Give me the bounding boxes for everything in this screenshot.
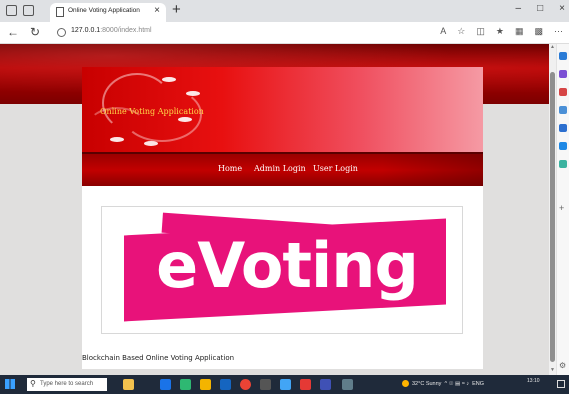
designer-icon[interactable] (559, 160, 567, 168)
browser-tab[interactable]: Online Voting Application × (50, 3, 166, 22)
vertical-scrollbar[interactable]: ▲ ▼ (549, 44, 556, 375)
main-nav: Home Admin Login User Login (82, 154, 483, 186)
browser-toolbar: A ☆ ◫ ★ ▦ ▩ ⋯ (440, 26, 563, 37)
add-icon[interactable]: + (559, 204, 567, 213)
store-icon[interactable] (180, 379, 191, 390)
decorative-heart-icon (144, 141, 158, 146)
favorite-star-icon[interactable]: ☆ (457, 26, 465, 37)
evoting-logo: eVoting (101, 206, 463, 334)
taskbar-clock[interactable]: 13:10 (527, 378, 540, 384)
close-tab-icon[interactable]: × (154, 5, 160, 16)
decorative-heart-icon (162, 77, 176, 82)
address-bar[interactable]: 127.0.0.1:8000/index.html (71, 27, 152, 34)
outlook-icon[interactable] (559, 142, 567, 150)
shopping-icon[interactable] (559, 70, 567, 78)
weather-sun-icon (402, 380, 409, 387)
page-icon (56, 7, 64, 17)
app-icon[interactable] (342, 379, 353, 390)
url-host: 127.0.0.1 (71, 27, 101, 34)
taskbar: ⚲ Type here to search 32°C Sunny ^ ☉ ▤ ≈… (0, 375, 569, 394)
extensions-icon[interactable]: ▩ (534, 26, 543, 37)
chrome-icon[interactable] (240, 379, 251, 390)
window-icons (6, 5, 34, 16)
games-icon[interactable] (559, 106, 567, 114)
url-path: :8000/index.html (100, 27, 152, 34)
refresh-icon[interactable]: ↻ (30, 25, 40, 39)
decorative-heart-icon (186, 91, 200, 96)
collections-icon[interactable]: ▦ (515, 26, 524, 37)
terminal-icon[interactable] (260, 379, 271, 390)
new-tab-button[interactable]: + (172, 1, 181, 18)
favorites-icon[interactable]: ★ (496, 26, 504, 37)
page-viewport: Online Voting Application Home Admin Log… (0, 44, 549, 375)
mail-icon[interactable] (220, 379, 231, 390)
decorative-heart-icon (110, 137, 124, 142)
browser-side-panel: + ⚙ (556, 44, 569, 375)
app-icon[interactable] (300, 379, 311, 390)
read-aloud-icon[interactable]: A (440, 26, 446, 37)
site-info-icon[interactable] (57, 28, 66, 37)
browser-tab-strip: Online Voting Application × + – □ × (0, 0, 569, 22)
logo-text: eVoting (156, 229, 419, 302)
page-container: Online Voting Application Home Admin Log… (82, 67, 483, 369)
nav-admin-login-link[interactable]: Admin Login (254, 164, 306, 173)
vscode-icon[interactable] (280, 379, 291, 390)
nav-user-login-link[interactable]: User Login (313, 164, 358, 173)
clock-time: 13:10 (527, 378, 540, 384)
widgets-icon[interactable] (123, 379, 134, 390)
window-controls: – □ × (516, 3, 565, 14)
maximize-button[interactable]: □ (537, 3, 543, 14)
footer-text: Blockchain Based Online Voting Applicati… (82, 354, 235, 362)
split-screen-icon[interactable]: ◫ (476, 26, 485, 37)
decorative-heart-icon (178, 117, 192, 122)
site-title: Online Voting Application (100, 107, 204, 116)
edge-browser-icon[interactable] (160, 379, 171, 390)
profile-icon[interactable] (6, 5, 17, 16)
search-icon[interactable] (559, 52, 567, 60)
windows-start-icon[interactable] (5, 379, 15, 389)
tools-icon[interactable] (559, 88, 567, 96)
weather-text[interactable]: 32°C Sunny (412, 381, 441, 387)
minimize-button[interactable]: – (516, 3, 522, 14)
scroll-down-arrow-icon[interactable]: ▼ (550, 367, 555, 373)
settings-gear-icon[interactable]: ⚙ (559, 362, 567, 370)
address-bar-row: ← ↻ 127.0.0.1:8000/index.html A ☆ ◫ ★ ▦ … (0, 22, 569, 44)
file-explorer-icon[interactable] (200, 379, 211, 390)
search-icon: ⚲ (30, 379, 36, 388)
more-options-icon[interactable]: ⋯ (554, 26, 563, 37)
system-tray: 32°C Sunny ^ ☉ ▤ ≈ ♪ ENG (402, 380, 484, 387)
language-indicator[interactable]: ENG (472, 381, 484, 387)
taskbar-search-input[interactable]: ⚲ Type here to search (27, 378, 107, 391)
workspaces-icon[interactable] (23, 5, 34, 16)
office-icon[interactable] (559, 124, 567, 132)
nav-home-link[interactable]: Home (218, 164, 242, 173)
back-arrow-icon[interactable]: ← (7, 25, 19, 39)
app-icon[interactable] (320, 379, 331, 390)
scroll-thumb[interactable] (550, 72, 555, 362)
tab-title: Online Voting Application (68, 7, 140, 14)
notification-icon[interactable] (557, 380, 565, 388)
header-banner: Online Voting Application (82, 67, 483, 154)
scroll-up-arrow-icon[interactable]: ▲ (550, 44, 555, 50)
close-window-button[interactable]: × (559, 3, 565, 14)
search-placeholder: Type here to search (40, 381, 94, 387)
